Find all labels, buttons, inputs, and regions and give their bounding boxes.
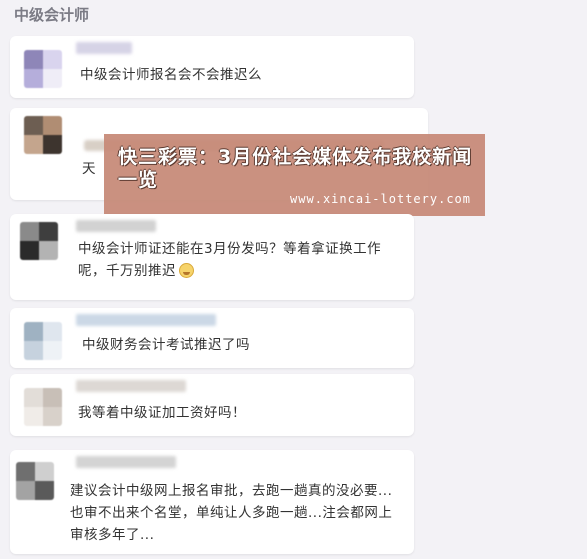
comment-text: 建议会计中级网上报名审批，去跑一趟真的没必要...也审不出来个名堂，单纯让人多跑… (70, 483, 393, 543)
banner-title: 快三彩票：3月份社会媒体发布我校新闻一览 (118, 146, 473, 191)
crying-face-icon (179, 263, 194, 278)
username-blur (76, 42, 132, 54)
avatar[interactable] (24, 116, 62, 154)
username-blur (76, 380, 186, 392)
username-blur (76, 220, 156, 232)
comment-card: 中级财务会计考试推迟了吗 (10, 308, 414, 368)
comment-body: 中级会计师证还能在3月份发吗？等着拿证换工作呢，千万别推迟 (78, 241, 382, 279)
comment-card: 中级会计师报名会不会推迟么 (10, 36, 414, 98)
username-blur (76, 314, 216, 326)
comment-text: 中级财务会计考试推迟了吗 (82, 337, 250, 353)
avatar[interactable] (24, 322, 62, 360)
comment-card: 中级会计师证还能在3月份发吗？等着拿证换工作呢，千万别推迟 (10, 214, 414, 300)
comment-card: 我等着中级证加工资好吗！ (10, 374, 414, 436)
comment-card: 建议会计中级网上报名审批，去跑一趟真的没必要...也审不出来个名堂，单纯让人多跑… (10, 450, 414, 554)
section-title: 中级会计师 (14, 6, 90, 24)
watermark-banner: 快三彩票：3月份社会媒体发布我校新闻一览 www.xincai-lottery.… (104, 134, 485, 216)
comment-text: 中级会计师报名会不会推迟么 (80, 67, 262, 83)
avatar[interactable] (24, 50, 62, 88)
banner-url: www.xincai-lottery.com (290, 192, 471, 206)
comment-text: 我等着中级证加工资好吗！ (78, 405, 246, 421)
avatar[interactable] (24, 388, 62, 426)
username-blur (76, 456, 176, 468)
avatar[interactable] (16, 462, 54, 500)
avatar[interactable] (20, 222, 58, 260)
comment-text: 中级会计师证还能在3月份发吗？等着拿证换工作呢，千万别推迟 (78, 238, 396, 282)
